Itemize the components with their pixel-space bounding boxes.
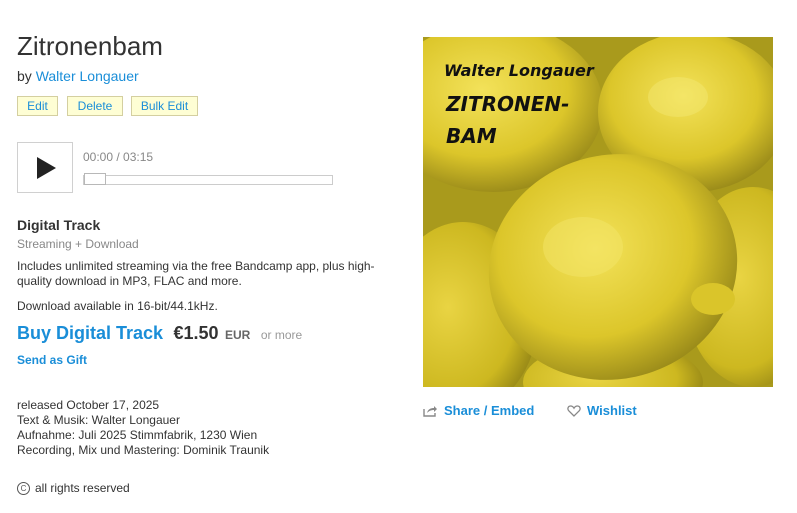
artwork-title-line2: BAM [446, 124, 497, 148]
send-as-gift-link[interactable]: Send as Gift [17, 353, 87, 367]
release-date: released October 17, 2025 [17, 398, 160, 412]
progress-thumb[interactable] [84, 173, 106, 185]
track-title: Zitronenbam [17, 31, 163, 61]
time-separator: / [113, 150, 124, 164]
share-embed-button[interactable]: Share / Embed [423, 403, 534, 418]
share-label: Share / Embed [444, 403, 535, 418]
package-title: Digital Track [17, 217, 101, 233]
currency: EUR [225, 328, 251, 342]
credit-line: Aufnahme: Juli 2025 Stimmfabrik, 1230 Wi… [17, 428, 258, 442]
edit-button[interactable]: Edit [17, 96, 58, 116]
credit-line: Recording, Mix und Mastering: Dominik Tr… [17, 443, 270, 457]
package-description: Includes unlimited streaming via the fre… [17, 259, 375, 288]
artwork-artist-text: Walter Longauer [444, 61, 594, 80]
artwork-title-line1: ZITRONEN- [446, 92, 570, 116]
buy-row: Buy Digital Track €1.50 EUR or more [17, 323, 302, 344]
delete-button[interactable]: Delete [67, 96, 123, 116]
wishlist-label: Wishlist [587, 403, 637, 418]
current-time: 00:00 [83, 150, 114, 164]
wishlist-button[interactable]: Wishlist [567, 403, 637, 418]
license: Call rights reserved [17, 481, 130, 496]
byline-prefix: by [17, 68, 32, 84]
download-format-note: Download available in 16-bit/44.1kHz. [17, 299, 218, 313]
heart-icon [567, 405, 581, 417]
share-icon [423, 406, 437, 417]
artist-link[interactable]: Walter Longauer [36, 68, 139, 84]
progress-bar[interactable] [83, 173, 333, 185]
play-icon [37, 157, 56, 179]
lemons-image [383, 22, 797, 422]
or-more-label: or more [260, 328, 303, 342]
credit-line: Text & Musik: Walter Longauer [17, 413, 180, 427]
album-artwork[interactable]: Walter Longauer ZITRONEN- BAM [383, 22, 797, 422]
buy-digital-track-button[interactable]: Buy Digital Track [17, 323, 163, 343]
package-subtitle: Streaming + Download [17, 237, 139, 251]
playback-time: 00:00 / 03:15 [83, 150, 153, 164]
copyright-icon: C [17, 482, 30, 496]
price: €1.50 [173, 323, 219, 343]
play-button[interactable] [17, 142, 73, 193]
byline: by Walter Longauer [17, 68, 139, 84]
track-duration: 03:15 [123, 150, 154, 164]
credits: released October 17, 2025 Text & Musik: … [17, 398, 269, 458]
license-text: all rights reserved [35, 481, 130, 495]
bulk-edit-button[interactable]: Bulk Edit [131, 96, 198, 116]
